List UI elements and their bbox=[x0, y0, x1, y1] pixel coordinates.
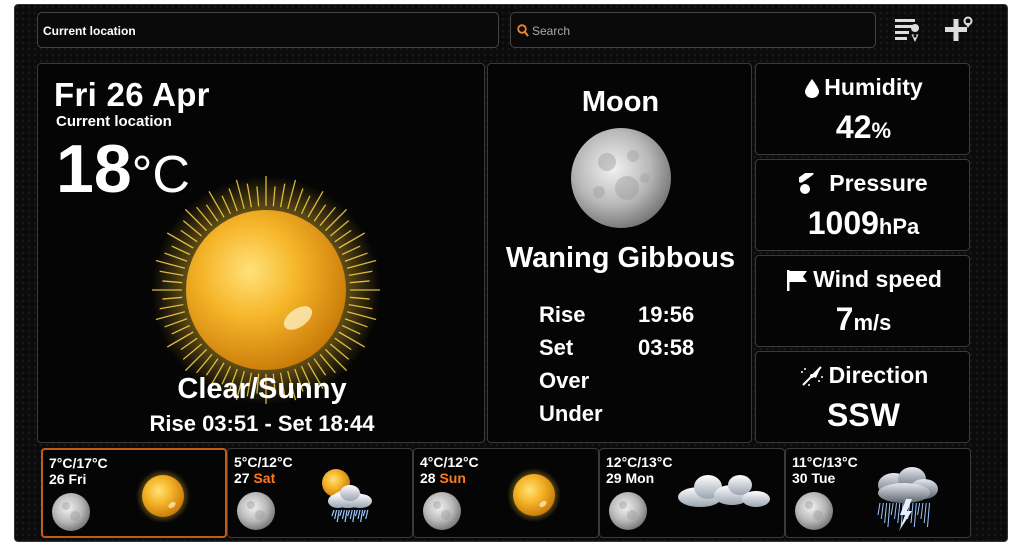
moon-panel[interactable]: Moon Waning Gibbous Rise 19:56 Set 03:58… bbox=[487, 63, 752, 443]
humidity-title: Humidity bbox=[756, 74, 971, 101]
forecast-date: 30 bbox=[792, 470, 808, 486]
pressure-unit: hPa bbox=[878, 214, 920, 239]
moon-icon bbox=[794, 491, 834, 531]
weather-app: Current location Search Fri 26 Apr Curre… bbox=[14, 4, 1008, 542]
add-location-button[interactable] bbox=[941, 15, 975, 45]
moon-icon bbox=[236, 491, 276, 531]
forecast-date: 26 bbox=[49, 471, 65, 487]
moon-icon bbox=[51, 492, 91, 532]
flag-icon bbox=[787, 269, 808, 291]
temperature-value: 18 bbox=[56, 131, 132, 207]
current-weather-panel[interactable]: Fri 26 Apr Current location 18°C Clear/S… bbox=[37, 63, 485, 443]
humidity-label: Humidity bbox=[824, 74, 923, 100]
current-location-label: Current location bbox=[56, 113, 172, 130]
forecast-temp-range: 5°C/12°C bbox=[234, 454, 293, 470]
forecast-temp-range: 4°C/12°C bbox=[420, 454, 479, 470]
compass-icon bbox=[800, 365, 823, 386]
wind-speed-label: Wind speed bbox=[813, 266, 942, 292]
wind-speed-panel[interactable]: Wind speed 7m/s bbox=[755, 255, 970, 347]
direction-panel[interactable]: Direction SSW bbox=[755, 351, 970, 443]
sun-cloud-rain-icon bbox=[314, 463, 380, 529]
wind-speed-value-wrap: 7m/s bbox=[756, 301, 971, 338]
list-location-icon bbox=[895, 19, 920, 42]
forecast-card[interactable]: 12°C/13°C 29 Mon bbox=[599, 448, 785, 538]
location-list-button[interactable] bbox=[893, 15, 923, 45]
direction-title: Direction bbox=[756, 362, 971, 389]
sun-icon bbox=[506, 467, 562, 523]
moon-icon bbox=[608, 491, 648, 531]
search-placeholder: Search bbox=[532, 24, 571, 38]
forecast-weekday: Sat bbox=[253, 470, 276, 486]
forecast-card[interactable]: 11°C/13°C 30 Tue bbox=[785, 448, 971, 538]
forecast-day: 29 Mon bbox=[606, 470, 654, 486]
droplet-icon bbox=[805, 78, 820, 98]
wind-speed-title: Wind speed bbox=[756, 266, 971, 293]
wind-speed-value: 7 bbox=[835, 301, 854, 337]
forecast-temp-range: 7°C/17°C bbox=[49, 455, 108, 471]
moon-icon bbox=[422, 491, 462, 531]
moon-set-label: Set bbox=[539, 335, 574, 360]
forecast-weekday: Mon bbox=[625, 470, 655, 486]
moon-rise-label: Rise bbox=[539, 302, 586, 327]
current-date: Fri 26 Apr bbox=[54, 76, 210, 113]
forecast-date: 28 bbox=[420, 470, 436, 486]
forecast-card[interactable]: 4°C/12°C 28 Sun bbox=[413, 448, 599, 538]
pressure-label: Pressure bbox=[829, 170, 928, 196]
location-selector[interactable]: Current location bbox=[37, 12, 499, 48]
sun-rise-set: Rise 03:51 - Set 18:44 bbox=[149, 411, 375, 436]
humidity-value: 42 bbox=[835, 109, 872, 145]
humidity-value-wrap: 42% bbox=[756, 109, 971, 146]
forecast-temp-range: 12°C/13°C bbox=[606, 454, 673, 470]
weather-condition: Clear/Sunny bbox=[177, 373, 347, 405]
pressure-title: Pressure bbox=[756, 170, 971, 197]
forecast-day: 27 Sat bbox=[234, 470, 275, 486]
moon-over-label: Over bbox=[539, 368, 590, 393]
moon-icon bbox=[571, 128, 671, 228]
forecast-date: 27 bbox=[234, 470, 250, 486]
wind-speed-unit: m/s bbox=[853, 310, 892, 335]
humidity-panel[interactable]: Humidity 42% bbox=[755, 63, 970, 155]
forecast-day: 30 Tue bbox=[792, 470, 835, 486]
forecast-day: 26 Fri bbox=[49, 471, 86, 487]
pressure-value: 1009 bbox=[807, 205, 879, 241]
cloud-icon bbox=[670, 467, 772, 515]
forecast-card[interactable]: 5°C/12°C 27 Sat bbox=[227, 448, 413, 538]
moon-phase: Waning Gibbous bbox=[505, 242, 736, 274]
search-icon bbox=[517, 24, 529, 40]
forecast-weekday: Fri bbox=[68, 471, 87, 487]
search-input[interactable]: Search bbox=[510, 12, 876, 48]
add-location-icon bbox=[945, 16, 973, 41]
direction-value: SSW bbox=[827, 397, 900, 433]
forecast-card[interactable]: 7°C/17°C 26 Fri bbox=[41, 448, 227, 538]
forecast-temp-range: 11°C/13°C bbox=[792, 454, 858, 470]
sun-icon bbox=[135, 468, 191, 524]
moon-rise-value: 19:56 bbox=[638, 302, 695, 327]
forecast-date: 29 bbox=[606, 470, 622, 486]
moon-title: Moon bbox=[581, 86, 660, 118]
direction-label: Direction bbox=[828, 362, 929, 388]
thunderstorm-icon bbox=[866, 463, 946, 533]
forecast-weekday: Sun bbox=[439, 470, 466, 486]
thermometer-icon bbox=[799, 172, 814, 194]
forecast-weekday: Tue bbox=[811, 470, 836, 486]
location-selector-label: Current location bbox=[43, 24, 136, 38]
pressure-value-wrap: 1009hPa bbox=[756, 205, 971, 242]
humidity-unit: % bbox=[871, 118, 892, 143]
moon-under-label: Under bbox=[539, 401, 603, 426]
moon-set-value: 03:58 bbox=[638, 335, 695, 360]
forecast-day: 28 Sun bbox=[420, 470, 466, 486]
pressure-panel[interactable]: Pressure 1009hPa bbox=[755, 159, 970, 251]
